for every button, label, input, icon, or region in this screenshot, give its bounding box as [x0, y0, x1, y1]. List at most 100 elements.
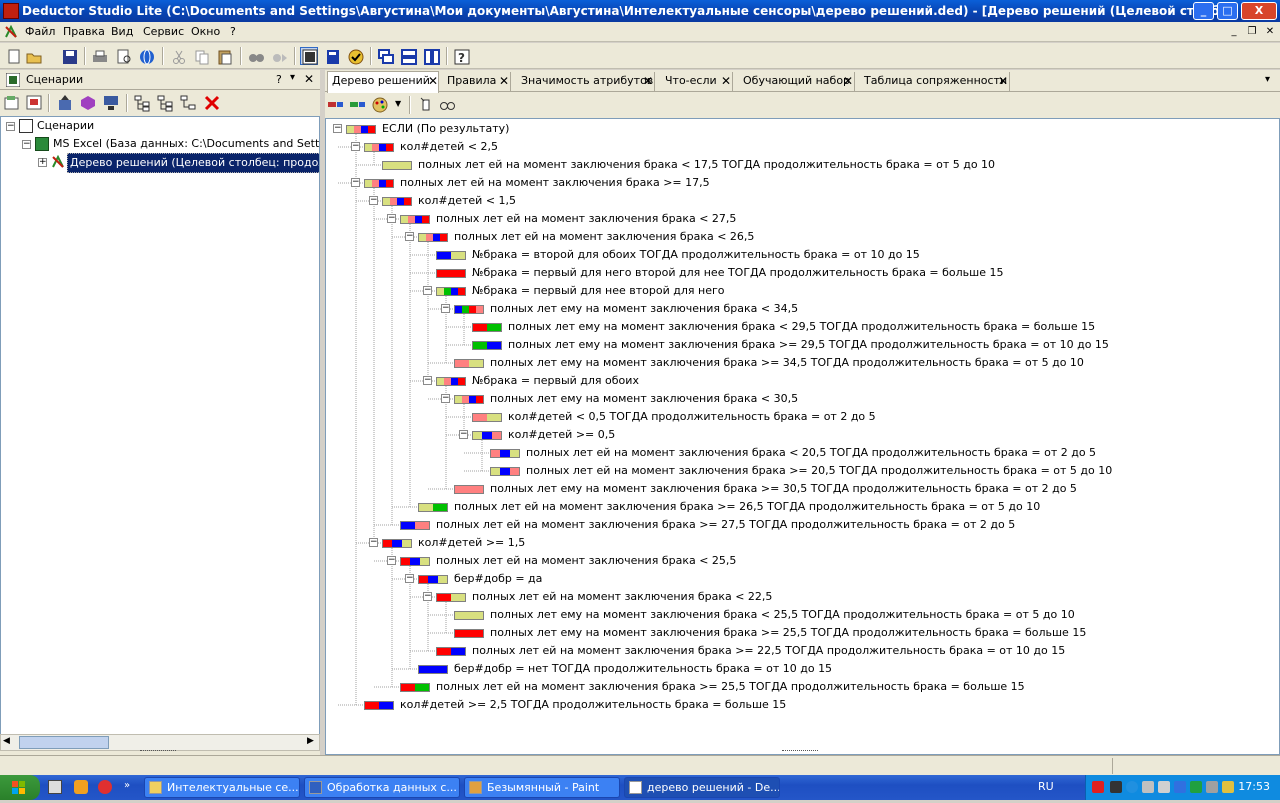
start-button[interactable] — [0, 775, 40, 800]
view-icon[interactable] — [24, 93, 42, 111]
scroll-left-icon[interactable]: ◀ — [3, 736, 10, 746]
palette-icon[interactable] — [370, 95, 388, 113]
menu-service[interactable]: Сервис — [143, 25, 184, 38]
ati-tray-icon[interactable] — [1092, 781, 1104, 793]
quicklaunch-more-icon[interactable]: » — [124, 780, 130, 791]
collapse-toggle[interactable]: − — [351, 178, 360, 187]
collapse-toggle[interactable]: − — [369, 538, 378, 547]
tree-node-decision-tree[interactable]: Дерево решений (Целевой столбец: продолж… — [51, 153, 319, 173]
collapse-toggle[interactable]: − — [369, 196, 378, 205]
wizard-icon[interactable] — [346, 47, 364, 65]
taskbar-item-word[interactable]: Обработка данных с... — [304, 777, 460, 798]
paste-icon[interactable] — [215, 47, 233, 65]
processing-icon[interactable] — [78, 93, 96, 111]
tab-training-set[interactable]: Обучающий набор ✕ — [739, 72, 855, 92]
tree-move-icon[interactable] — [179, 93, 197, 111]
tray-network-icon[interactable] — [1142, 781, 1154, 793]
cascade-icon[interactable] — [376, 47, 394, 65]
collapse-toggle[interactable]: − — [351, 142, 360, 151]
delete-icon[interactable] — [202, 93, 220, 111]
taskbar-item-paint[interactable]: Безымянный - Paint — [464, 777, 620, 798]
tab-close-icon[interactable]: ✕ — [998, 72, 1008, 90]
quicklaunch-desktop-icon[interactable] — [48, 780, 62, 794]
mdi-close-button[interactable]: ✕ — [1262, 25, 1278, 39]
language-indicator[interactable]: RU — [1038, 780, 1054, 793]
hand-icon[interactable] — [416, 95, 434, 113]
collapse-toggle[interactable]: − — [6, 122, 15, 131]
cut-icon[interactable] — [169, 47, 187, 65]
collapse-toggle[interactable]: − — [423, 376, 432, 385]
collapse-toggle[interactable]: − — [405, 574, 414, 583]
menu-edit[interactable]: Правка — [63, 25, 105, 38]
print-icon[interactable] — [90, 47, 108, 65]
tab-contingency-table[interactable]: Таблица сопряженности ✕ — [860, 72, 1010, 92]
tab-close-icon[interactable]: ✕ — [428, 72, 438, 90]
scroll-thumb[interactable] — [19, 736, 109, 749]
book-icon[interactable] — [323, 47, 341, 65]
horizontal-scrollbar[interactable]: ◀ ▶ — [0, 734, 320, 751]
export-icon[interactable] — [101, 93, 119, 111]
tile-vertical-icon[interactable] — [422, 47, 440, 65]
palette-chevron-down-icon[interactable]: ▼ — [395, 99, 401, 108]
open-folder-icon[interactable] — [24, 47, 42, 65]
import-icon[interactable] — [55, 93, 73, 111]
close-button[interactable]: X — [1241, 2, 1277, 20]
find-icon[interactable] — [246, 47, 264, 65]
resize-grip[interactable] — [140, 750, 176, 754]
quicklaunch-browser-icon[interactable] — [74, 780, 88, 794]
tab-close-icon[interactable]: ✕ — [643, 72, 653, 90]
panel-help-button[interactable]: ? — [276, 73, 282, 86]
copy-icon[interactable] — [192, 47, 210, 65]
tree-expand-icon[interactable] — [133, 93, 151, 112]
collapse-toggle[interactable]: − — [423, 592, 432, 601]
collapse-toggle[interactable]: − — [423, 286, 432, 295]
new-file-icon[interactable] — [4, 47, 22, 65]
mdi-restore-button[interactable]: ❐ — [1244, 25, 1260, 39]
collapse-toggle[interactable]: − — [387, 214, 396, 223]
collapse-toggle[interactable]: − — [459, 430, 468, 439]
tabs-menu-chevron-down-icon[interactable]: ▾ — [1265, 74, 1270, 85]
scroll-right-icon[interactable]: ▶ — [307, 736, 314, 746]
tab-close-icon[interactable]: ✕ — [499, 72, 509, 90]
tab-close-icon[interactable]: ✕ — [721, 72, 731, 90]
collapse-toggle[interactable]: − — [22, 140, 31, 149]
menu-file[interactable]: Файл — [25, 25, 55, 38]
maximize-button[interactable]: □ — [1217, 2, 1238, 20]
tray-misc-icon[interactable] — [1222, 781, 1234, 793]
collapse-toggle[interactable]: − — [441, 304, 450, 313]
expand-toggle[interactable]: + — [38, 158, 47, 167]
tray-update-icon[interactable] — [1174, 781, 1186, 793]
quicklaunch-media-icon[interactable] — [98, 780, 112, 794]
minimize-button[interactable]: _ — [1193, 2, 1214, 20]
taskbar-item-folder[interactable]: Интелектуальные се... — [144, 777, 300, 798]
collapse-toggle[interactable]: − — [441, 394, 450, 403]
mdi-minimize-button[interactable]: _ — [1226, 25, 1242, 39]
panel-close-icon[interactable]: ✕ — [304, 72, 314, 86]
tab-what-if[interactable]: Что-если ✕ — [661, 72, 733, 92]
find-node-icon[interactable] — [437, 95, 455, 113]
tab-rules[interactable]: Правила ✕ — [443, 72, 511, 92]
globe-icon[interactable] — [137, 47, 155, 65]
tab-close-icon[interactable]: ✕ — [843, 72, 853, 90]
collapse-toggle[interactable]: − — [387, 556, 396, 565]
tray-connection-icon[interactable] — [1206, 781, 1218, 793]
menu-window[interactable]: Окно — [191, 25, 220, 38]
tree-collapse-icon[interactable] — [156, 93, 174, 112]
collapse-all-icon[interactable] — [325, 95, 343, 113]
menu-view[interactable]: Вид — [111, 25, 133, 38]
tray-app-icon[interactable] — [1110, 781, 1122, 793]
tile-horizontal-icon[interactable] — [399, 47, 417, 65]
scenarios-panel-icon[interactable] — [300, 47, 318, 65]
expand-all-icon[interactable] — [347, 95, 365, 113]
properties-icon[interactable] — [2, 93, 20, 111]
panel-menu-chevron-down-icon[interactable]: ▾ — [290, 72, 295, 83]
menu-help[interactable]: ? — [230, 25, 236, 38]
save-icon[interactable] — [60, 47, 78, 65]
taskbar-item-deductor[interactable]: дерево решений - De... — [624, 777, 780, 798]
help-icon[interactable]: ? — [452, 47, 470, 65]
tab-decision-tree[interactable]: Дерево решений ✕ — [327, 71, 439, 93]
tray-info-icon[interactable] — [1126, 781, 1138, 793]
print-preview-icon[interactable] — [114, 47, 132, 65]
collapse-toggle[interactable]: − — [405, 232, 414, 241]
tab-attribute-importance[interactable]: Значимость атрибутов ✕ — [517, 72, 655, 92]
